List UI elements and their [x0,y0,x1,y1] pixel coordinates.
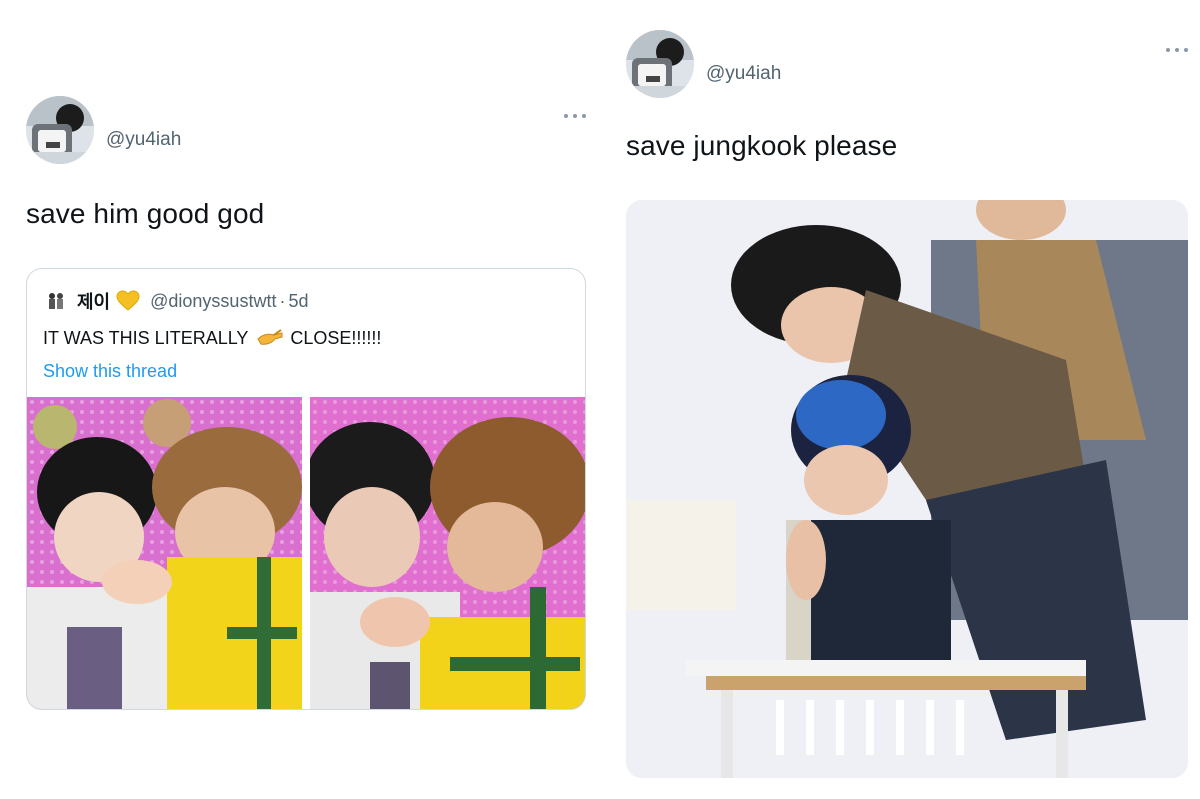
tweet-image[interactable] [626,200,1188,778]
tweet-handle[interactable]: @yu4iah [706,63,781,85]
tweet-text: save jungkook please [626,130,898,161]
yellow-heart-icon [116,290,140,311]
quoted-text-part-2: CLOSE!!!!!! [290,327,382,348]
tweet-card-right[interactable]: @yu4iah save jungkook please [626,30,1188,778]
quoted-text: IT WAS THIS LITERALLY CLOSE!!!!!! [43,327,381,349]
quoted-avatar[interactable] [45,290,67,312]
quoted-handle[interactable]: @dionyssustwtt [150,291,276,312]
separator-dot: · [279,290,286,311]
avatar[interactable] [26,96,94,164]
quoted-timestamp[interactable]: 5d [288,291,308,312]
quoted-media [27,397,585,709]
more-horizontal-icon[interactable] [552,110,586,122]
tweet-text: save him good god [26,198,265,229]
tweet-header: @yu4iah [26,96,586,164]
quoted-image-2[interactable] [310,397,585,709]
show-thread-link[interactable]: Show this thread [43,361,177,382]
quoted-display-name[interactable]: 제이 [77,288,110,314]
quoted-tweet[interactable]: 제이 @dionyssustwtt · 5d IT WAS THIS LITER… [26,268,586,710]
tweet-header: @yu4iah [626,30,1188,98]
more-horizontal-icon[interactable] [1154,44,1188,56]
quoted-image-1[interactable] [27,397,302,709]
tweet-handle[interactable]: @yu4iah [106,129,181,151]
avatar[interactable] [626,30,694,98]
quoted-text-part-1: IT WAS THIS LITERALLY [43,327,249,348]
quoted-tweet-header: 제이 @dionyssustwtt · 5d [45,289,308,313]
tweet-card-left[interactable]: @yu4iah save him good god 제이 @dionyssust… [26,96,586,710]
pinching-hand-icon [257,329,283,345]
